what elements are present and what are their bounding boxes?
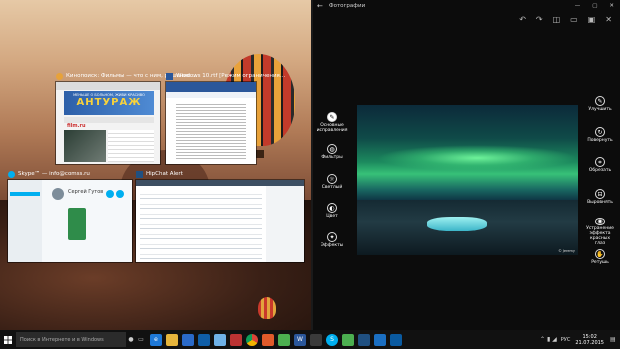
taskbar: Поиск в Интернете и в Windows ● ▭ e W S … [0, 330, 620, 349]
call-button[interactable] [106, 190, 114, 198]
image-credit: © Jeremy [558, 249, 575, 253]
language-indicator[interactable]: РУС [561, 337, 571, 343]
tool-crop[interactable]: ⌗ Обрезать [589, 157, 611, 179]
tool-enhance[interactable]: ✎ Улучшить [588, 96, 612, 118]
clock[interactable]: 15:02 21.07.2015 [575, 334, 604, 346]
app-icon[interactable] [230, 333, 242, 346]
window-title: Windows 10.rtf [Режим ограничения… [176, 73, 286, 79]
app-icon[interactable] [198, 333, 210, 346]
promo-banner: МЕНЬШЕ О БОЛЬНОМ, ЖИВИ КРАСИВО АНТУРАЖ [64, 91, 154, 115]
window-thumb-hipchat[interactable]: HipChat Alert [136, 170, 304, 262]
photos-app: ← Фотографии — ▢ ✕ ↶ ↷ ◫ ▭ ▣ ✕ © Jeremy … [313, 0, 620, 330]
straighten-icon: ⊟ [595, 189, 605, 199]
store-icon[interactable] [182, 333, 194, 346]
photos-icon[interactable] [374, 333, 386, 346]
task-view-icon[interactable]: ▭ [136, 336, 146, 343]
start-button[interactable] [0, 330, 16, 349]
edge-icon[interactable]: e [150, 333, 162, 346]
hipchat-icon[interactable] [358, 333, 370, 346]
maximize-button[interactable]: ▢ [592, 3, 597, 9]
window-thumb-film[interactable]: Кинопоиск: Фильмы — что с ним, решение… … [56, 72, 196, 164]
skype-icon [8, 170, 15, 178]
back-button[interactable]: ← [317, 2, 323, 10]
redo-icon[interactable]: ↷ [536, 15, 543, 24]
effects-icon: ✦ [327, 232, 337, 242]
minimize-button[interactable]: — [575, 3, 581, 9]
hipchat-icon [136, 170, 143, 178]
video-button[interactable] [116, 190, 124, 198]
window-thumb-word[interactable]: Windows 10.rtf [Режим ограничения… [166, 72, 285, 164]
rotate-icon: ↻ [595, 127, 605, 137]
tool-rotate[interactable]: ↻ Повернуть [587, 127, 613, 149]
word-icon [166, 72, 173, 80]
mic-icon[interactable]: ● [126, 336, 136, 343]
window-title: HipChat Alert [146, 171, 183, 177]
window-thumb-skype[interactable]: Skype™ — info@comss.ru Сергей Гутов [8, 170, 132, 262]
app-icon[interactable] [262, 333, 274, 346]
window-title: Skype™ — info@comss.ru [18, 171, 90, 177]
tool-light[interactable]: ☼ Светлый [322, 174, 342, 196]
pinned-apps: e W S [148, 333, 404, 346]
explorer-icon[interactable] [166, 333, 178, 346]
notifications-icon[interactable]: ▤ [610, 336, 620, 343]
search-placeholder: Поиск в Интернете и в Windows [20, 336, 104, 343]
avatar [52, 188, 64, 200]
retouch-icon: ✋ [595, 249, 605, 259]
browser-icon [56, 72, 63, 80]
app-icon[interactable] [278, 333, 290, 346]
tool-red-eye[interactable]: ◉ Устранение эффекта красных глаз [586, 218, 614, 246]
ice-shore [427, 217, 487, 231]
toolbar: ↶ ↷ ◫ ▭ ▣ ✕ [313, 11, 620, 27]
enhance-icon: ✎ [595, 96, 605, 106]
undo-icon[interactable]: ↶ [519, 15, 526, 24]
app-icon[interactable] [342, 333, 354, 346]
tool-effects[interactable]: ✦ Эффекты [321, 232, 343, 254]
tool-straighten[interactable]: ⊟ Выровнять [587, 189, 613, 211]
app-icon[interactable] [214, 333, 226, 346]
tool-color[interactable]: ◐ Цвет [322, 203, 342, 225]
crop-icon: ⌗ [595, 157, 605, 167]
tray-icons[interactable]: ⌃ ▮ ◢ [540, 336, 557, 343]
sun-icon: ☼ [327, 174, 337, 184]
skype-icon[interactable]: S [326, 333, 338, 346]
app-title: Фотографии [328, 2, 366, 9]
tool-basic-fixes[interactable]: ✎ Основные исправления [317, 112, 347, 134]
search-box[interactable]: Поиск в Интернете и в Windows [16, 332, 126, 347]
movie-poster [64, 130, 106, 162]
chrome-icon[interactable] [246, 333, 258, 346]
contact-name: Сергей Гутов [68, 189, 104, 195]
cancel-icon[interactable]: ✕ [605, 15, 612, 24]
roster-panel [266, 186, 304, 262]
windows-logo-icon [4, 335, 12, 344]
tool-filters[interactable]: ◍ Фильтры [321, 144, 343, 166]
word-icon[interactable]: W [294, 333, 306, 346]
color-icon: ◐ [327, 203, 337, 213]
wand-icon: ✎ [327, 112, 337, 122]
save-copy-icon[interactable]: ▣ [588, 15, 596, 24]
balloon-graphic-small [258, 297, 276, 319]
compare-icon[interactable]: ◫ [553, 15, 561, 24]
site-logo: film.ru [67, 123, 86, 129]
close-button[interactable]: ✕ [609, 3, 614, 9]
redeye-icon: ◉ [595, 218, 605, 225]
tool-retouch[interactable]: ✋ Ретушь [590, 249, 610, 271]
app-icon[interactable] [310, 333, 322, 346]
app-icon[interactable] [390, 333, 402, 346]
shared-image [68, 208, 86, 240]
desktop: Кинопоиск: Фильмы — что с ним, решение… … [0, 0, 311, 330]
aurora-photo: © Jeremy [357, 105, 578, 255]
title-bar: ← Фотографии — ▢ ✕ [313, 0, 620, 11]
save-icon[interactable]: ▭ [570, 15, 578, 24]
filter-icon: ◍ [327, 144, 337, 154]
